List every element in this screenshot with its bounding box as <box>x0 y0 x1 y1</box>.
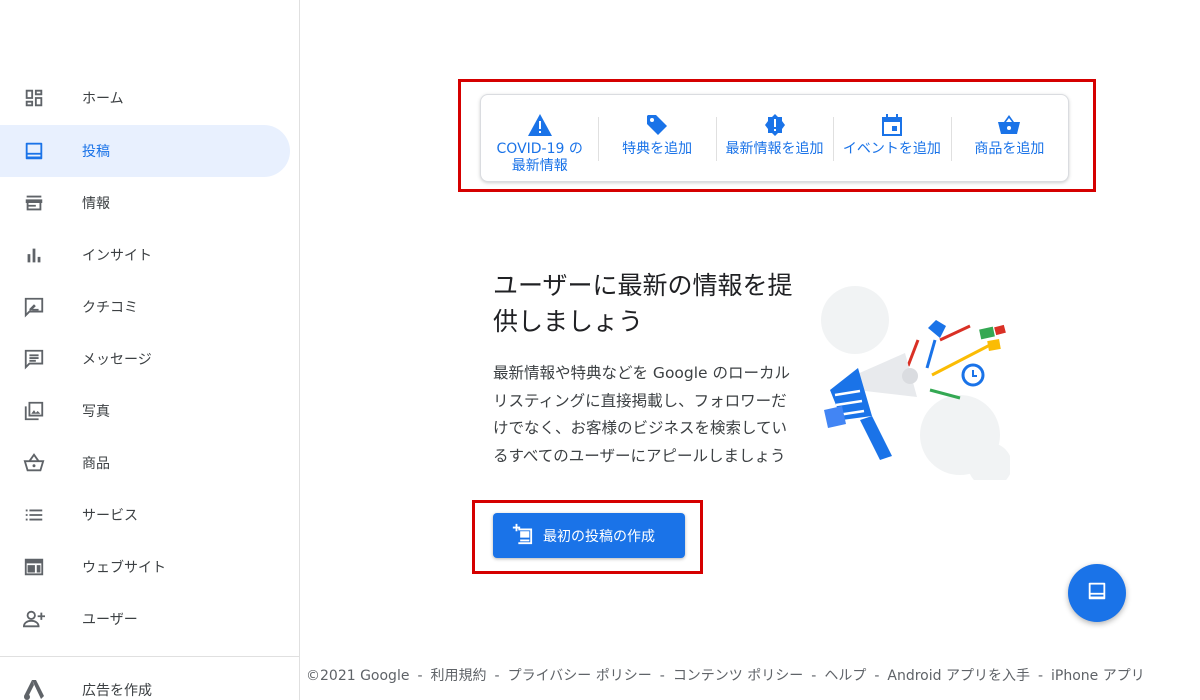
store-icon <box>22 191 46 215</box>
bar-chart-icon <box>22 243 46 267</box>
add-offer-button[interactable]: 特典を追加 <box>598 95 715 181</box>
add-user-icon <box>22 607 46 631</box>
post-icon <box>22 139 46 163</box>
footer-copyright: ©2021 Google <box>306 668 410 684</box>
tag-icon <box>645 113 669 137</box>
sidebar-item-home[interactable]: ホーム <box>0 72 290 124</box>
sidebar-item-label: サービス <box>82 508 138 524</box>
website-icon <box>22 555 46 579</box>
sidebar-item-messages[interactable]: メッセージ <box>0 333 290 385</box>
footer-separator: - <box>417 668 423 684</box>
warning-icon <box>527 113 552 137</box>
add-post-icon <box>511 523 533 549</box>
basket-icon <box>22 451 46 475</box>
sidebar-item-users[interactable]: ユーザー <box>0 593 290 645</box>
add-product-label: 商品を追加 <box>974 141 1045 157</box>
photo-icon <box>22 399 46 423</box>
create-first-post-button[interactable]: 最初の投稿の作成 <box>493 513 685 558</box>
calendar-icon <box>880 113 904 137</box>
review-icon <box>22 295 46 319</box>
sidebar-item-label: 広告を作成 <box>82 683 152 699</box>
footer-separator: - <box>494 668 500 684</box>
sidebar-item-label: メッセージ <box>82 352 152 368</box>
footer-link-help[interactable]: ヘルプ <box>824 668 866 684</box>
footer-link-iphone-app[interactable]: iPhone アプリ <box>1051 668 1145 684</box>
badge-alert-icon <box>763 113 787 137</box>
megaphone-illustration <box>821 286 1010 480</box>
footer-separator: - <box>1037 668 1044 684</box>
footer-link-privacy[interactable]: プライバシー ポリシー <box>508 668 652 684</box>
sidebar-item-label: 写真 <box>82 404 110 420</box>
page-headline: ユーザーに最新の情報を提供しましょう <box>493 271 793 336</box>
post-icon <box>1086 580 1108 606</box>
sidebar-item-info[interactable]: 情報 <box>0 177 290 229</box>
sidebar-item-reviews[interactable]: クチコミ <box>0 281 290 333</box>
new-post-fab[interactable] <box>1068 564 1126 622</box>
footer-separator: - <box>874 668 880 684</box>
page-description: 最新情報や特典などを Google のローカル リスティングに直接掲載し、フォロ… <box>493 364 791 465</box>
add-offer-label: 特典を追加 <box>622 141 693 157</box>
ads-icon <box>22 678 46 700</box>
sidebar-item-services[interactable]: サービス <box>0 489 290 541</box>
footer-link-android-app[interactable]: Android アプリを入手 <box>887 668 1030 684</box>
sidebar: ホーム 投稿 情報 インサイト クチコミ メッセージ 写真 商品 サービス ウェ… <box>0 0 300 700</box>
add-product-button[interactable]: 商品を追加 <box>950 95 1068 181</box>
sidebar-item-insights[interactable]: インサイト <box>0 229 290 281</box>
list-icon <box>22 503 46 527</box>
post-type-toolbar: COVID-19 の最新情報 特典を追加 最新情報を追加 イベントを追加 商品を… <box>480 94 1069 182</box>
footer-separator: - <box>659 668 665 684</box>
add-event-label: イベントを追加 <box>842 141 941 157</box>
sidebar-item-website[interactable]: ウェブサイト <box>0 541 290 593</box>
message-icon <box>22 347 46 371</box>
sidebar-item-label: ユーザー <box>82 612 138 628</box>
sidebar-item-products[interactable]: 商品 <box>0 437 290 489</box>
sidebar-item-photos[interactable]: 写真 <box>0 385 290 437</box>
footer: ©2021 Google - 利用規約 - プライバシー ポリシー - コンテンツ ポリシー… <box>306 665 1145 685</box>
add-update-label: 最新情報を追加 <box>725 141 824 157</box>
footer-separator: - <box>811 668 817 684</box>
footer-link-content-policy[interactable]: コンテンツ ポリシー <box>673 668 803 684</box>
add-event-button[interactable]: イベントを追加 <box>833 95 950 181</box>
covid-update-button[interactable]: COVID-19 の最新情報 <box>481 95 598 181</box>
footer-link-terms[interactable]: 利用規約 <box>431 668 487 684</box>
sidebar-item-label: ウェブサイト <box>82 560 166 576</box>
sidebar-item-posts[interactable]: 投稿 <box>0 125 290 177</box>
sidebar-item-create-ad[interactable]: 広告を作成 <box>0 664 290 700</box>
sidebar-item-label: ホーム <box>82 91 124 107</box>
dashboard-icon <box>22 86 46 110</box>
covid-update-label: COVID-19 の最新情報 <box>496 141 583 174</box>
create-first-post-label: 最初の投稿の作成 <box>543 528 655 545</box>
sidebar-item-label: 商品 <box>82 456 110 472</box>
sidebar-divider <box>0 656 300 657</box>
basket-icon <box>997 113 1021 137</box>
add-update-button[interactable]: 最新情報を追加 <box>715 95 833 181</box>
sidebar-item-label: 投稿 <box>82 144 110 160</box>
sidebar-item-label: 情報 <box>82 196 110 212</box>
sidebar-item-label: インサイト <box>82 248 152 264</box>
sidebar-item-label: クチコミ <box>82 300 138 316</box>
